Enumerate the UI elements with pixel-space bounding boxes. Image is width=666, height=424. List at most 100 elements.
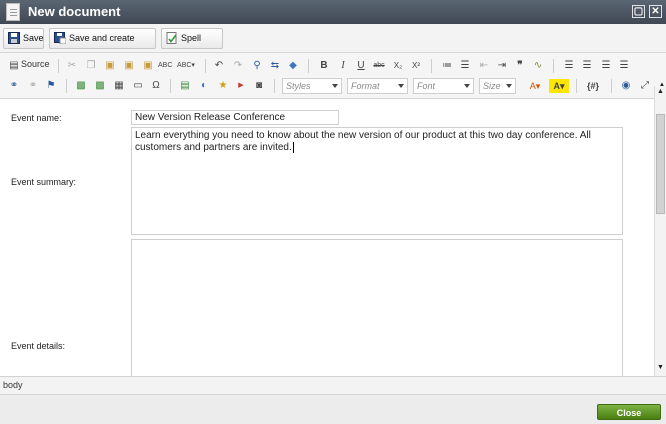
indent-icon[interactable]: ⇥ [495,59,509,73]
vertical-scrollbar[interactable]: ▲ ▼ [654,86,666,376]
editor-content: Event name: New Version Release Conferen… [0,99,654,376]
spell-check-icon [166,32,177,44]
spellcheck-icon[interactable]: ABC [158,59,172,73]
align-right-icon[interactable]: ☰ [599,59,613,73]
styles-dropdown[interactable]: Styles [282,78,342,94]
blockquote-icon[interactable]: ❞ [513,59,527,73]
preview-icon[interactable]: ◉ [619,79,633,93]
table-icon[interactable]: ▦ [112,79,126,93]
bold-button[interactable]: B [317,59,331,73]
font-dropdown[interactable]: Font [413,78,474,94]
widget-icon[interactable]: ◙ [252,79,266,93]
cut-icon[interactable]: ✂ [65,59,79,73]
text-color-icon[interactable]: A▾ [525,79,545,93]
superscript-icon[interactable]: X² [409,59,423,73]
separator [611,79,612,93]
paste-icon[interactable]: ▣ [103,59,117,73]
strikethrough-icon[interactable]: abc [372,59,386,73]
save-and-create-another-button[interactable]: Save and create another [49,28,156,62]
event-details-editor[interactable] [131,239,623,376]
close-icon[interactable]: ✕ [649,5,662,18]
source-button[interactable]: Source [21,59,50,69]
subscript-icon[interactable]: X₂ [391,59,405,73]
spellcheck-dropdown-icon[interactable]: ABC▾ [177,59,195,73]
close-button[interactable]: Close [597,404,661,420]
format-placeholder: Format [351,81,380,91]
link-icon[interactable]: ⚭ [7,79,21,93]
maximize-editor-icon[interactable]: ⤢ [638,79,652,93]
unlink-icon[interactable]: ⚭ [26,79,40,93]
text-cursor [292,142,294,153]
element-path[interactable]: body [3,380,23,390]
event-details-label: Event details: [11,341,66,351]
numbered-list-icon[interactable]: ≔ [440,59,454,73]
scroll-thumb[interactable] [656,114,665,214]
align-center-icon[interactable]: ☰ [580,59,594,73]
outdent-icon[interactable]: ⇤ [477,59,491,73]
copy-icon[interactable]: ❐ [84,59,98,73]
chevron-down-icon [506,84,512,88]
italic-button[interactable]: I [336,59,350,73]
styles-placeholder: Styles [286,81,311,91]
separator [308,59,309,73]
background-color-icon[interactable]: A▾ [549,79,569,93]
bulleted-list-icon[interactable]: ☰ [458,59,472,73]
youtube-icon[interactable]: ▶ [234,79,248,93]
replace-icon[interactable]: ⇆ [268,59,282,73]
event-summary-text: Learn everything you need to know about … [135,130,591,153]
separator [66,79,67,93]
media-icon[interactable]: ◐ [197,79,211,93]
find-icon[interactable]: ⚲ [250,59,264,73]
event-summary-editor[interactable]: Learn everything you need to know about … [131,127,623,235]
anchor-flag-icon[interactable]: ⚑ [44,79,58,93]
paste-text-icon[interactable]: ▣ [122,59,136,73]
event-summary-label: Event summary: [11,177,77,187]
eraser-icon[interactable]: ◆ [286,59,300,73]
undo-icon[interactable]: ↶ [212,59,226,73]
toolbar-row-2: ⚭ ⚭ ⚑ ▩ ▩ ▦ ▭ Ω ▤ ◐ ★ ▶ ◙ Styles Format … [0,76,666,97]
horizontal-rule-icon[interactable]: ▭ [131,79,145,93]
maximize-icon[interactable]: ▢ [632,5,645,18]
source-code-button[interactable]: {#} [584,79,602,93]
separator [205,59,206,73]
template-icon[interactable]: ▤ [178,79,192,93]
chevron-down-icon [398,84,404,88]
title-bar: New document ▢ ✕ [0,0,666,24]
separator [553,59,554,73]
separator [431,59,432,73]
size-dropdown[interactable]: Size [479,78,516,94]
window-title: New document [28,4,121,19]
save-label: Save [23,33,44,43]
event-name-label: Event name: [11,113,62,123]
event-name-input[interactable]: New Version Release Conference [131,110,339,125]
underline-button[interactable]: U [354,59,368,73]
dialog-footer: Close [0,394,666,424]
redo-icon[interactable]: ↷ [231,59,245,73]
document-icon [6,3,20,21]
save-button[interactable]: Save [3,28,44,49]
element-path-bar: body [0,376,666,394]
floppy-plus-icon [54,32,66,44]
quick-image-icon[interactable]: ▩ [93,79,107,93]
star-icon[interactable]: ★ [216,79,230,93]
font-placeholder: Font [417,81,436,91]
spell-check-button[interactable]: Spell check [161,28,223,62]
separator [576,79,577,93]
format-dropdown[interactable]: Format [347,78,408,94]
scroll-up-icon[interactable]: ▲ [657,88,664,95]
image-icon[interactable]: ▩ [74,79,88,93]
chevron-down-icon [464,84,470,88]
separator [274,79,275,93]
chevron-down-icon [332,84,338,88]
scroll-down-icon[interactable]: ▼ [657,364,664,371]
align-left-icon[interactable]: ☰ [562,59,576,73]
source-icon[interactable]: ▤ [7,59,21,73]
paste-word-icon[interactable]: ▣ [141,59,155,73]
separator [58,59,59,73]
creatediv-icon[interactable]: ∿ [531,59,545,73]
separator [170,79,171,93]
editor-toolbar: ▤ Source ✂ ❐ ▣ ▣ ▣ ABC ABC▾ ↶ ↷ ⚲ ⇆ ◆ B … [0,53,666,99]
toolbar-row-1: ▤ Source ✂ ❐ ▣ ▣ ▣ ABC ABC▾ ↶ ↷ ⚲ ⇆ ◆ B … [0,56,666,77]
justify-icon[interactable]: ☰ [617,59,631,73]
special-char-button[interactable]: Ω [149,79,163,93]
